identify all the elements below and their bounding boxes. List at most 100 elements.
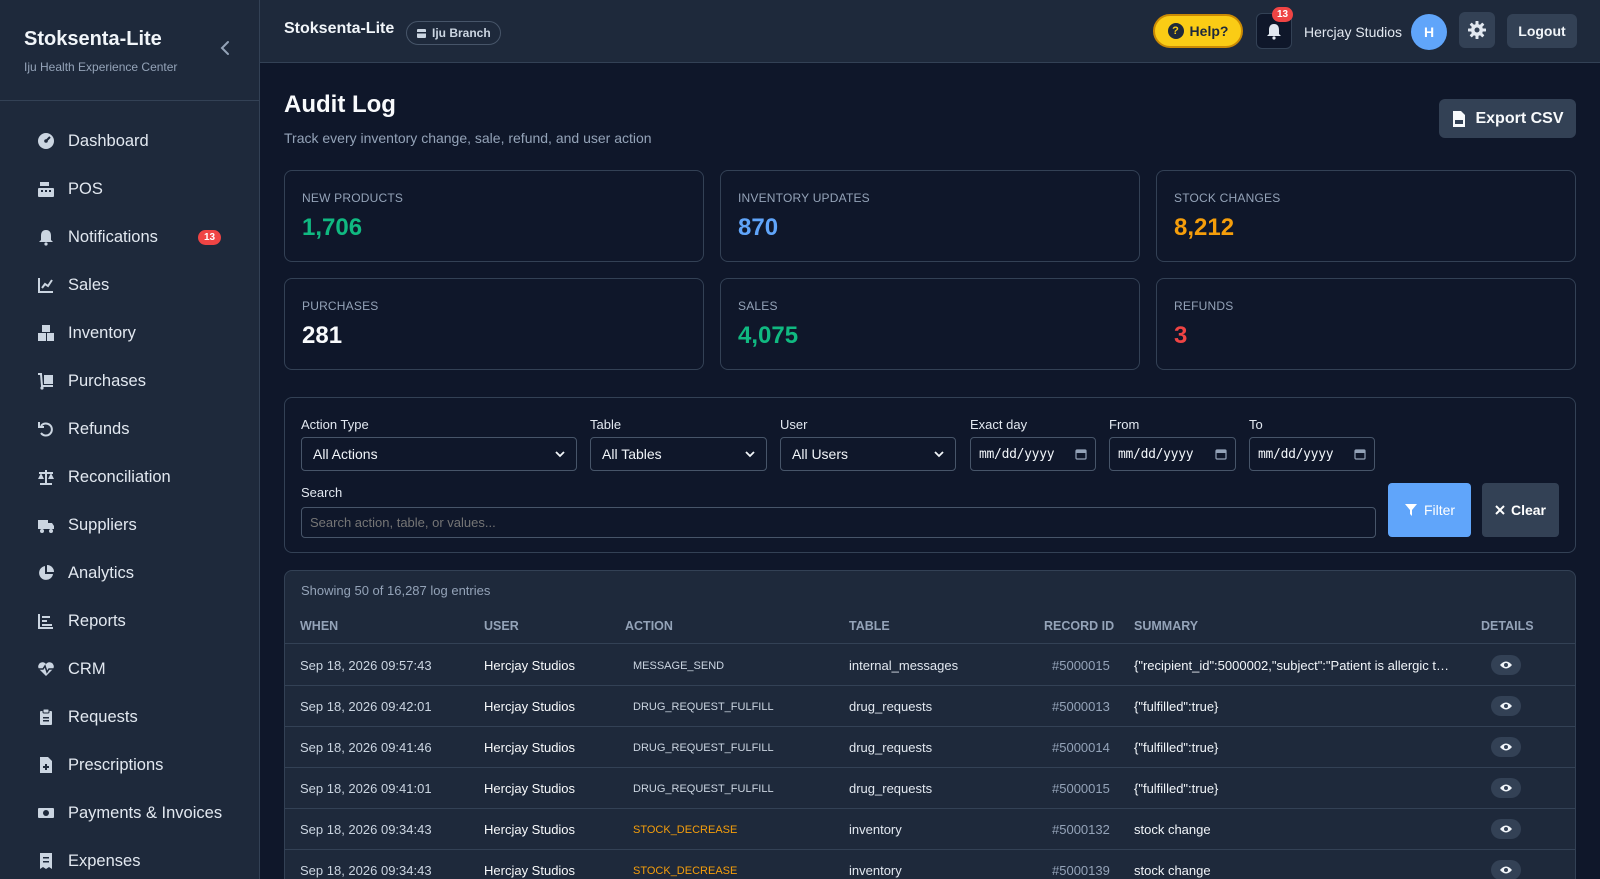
receipt-icon bbox=[36, 851, 56, 871]
view-details-button[interactable] bbox=[1491, 860, 1521, 879]
cell-summary: {"fulfilled":true} bbox=[1134, 740, 1219, 755]
clear-button[interactable]: Clear bbox=[1482, 483, 1559, 537]
sidebar-item-label: Reconciliation bbox=[68, 467, 171, 486]
sidebar-item-crm[interactable]: CRM bbox=[0, 645, 259, 693]
sidebar-item-suppliers[interactable]: Suppliers bbox=[0, 501, 259, 549]
dolly-icon bbox=[36, 371, 56, 391]
cell-action: MESSAGE_SEND bbox=[633, 660, 725, 672]
cell-when: Sep 18, 2026 09:57:43 bbox=[300, 658, 432, 673]
table-row[interactable]: Sep 18, 2026 09:42:01 Hercjay Studios DR… bbox=[285, 686, 1575, 727]
calendar-icon bbox=[1215, 449, 1227, 460]
sidebar-item-label: Sales bbox=[68, 275, 110, 294]
truck-icon bbox=[36, 515, 56, 535]
cell-record-id: #5000132 bbox=[1052, 822, 1110, 837]
chevron-down-icon bbox=[555, 451, 565, 458]
cell-when: Sep 18, 2026 09:41:46 bbox=[300, 740, 432, 755]
gear-icon bbox=[1468, 21, 1486, 39]
stat-card-sales: Sales 4,075 bbox=[720, 278, 1140, 370]
sidebar-item-payments-invoices[interactable]: Payments & Invoices bbox=[0, 789, 259, 837]
sidebar-brand: Stoksenta-Lite Iju Health Experience Cen… bbox=[0, 0, 259, 101]
brand-title: Stoksenta-Lite bbox=[24, 28, 162, 50]
help-button[interactable]: ? Help? bbox=[1153, 14, 1243, 48]
cell-table: inventory bbox=[849, 863, 902, 878]
user-select[interactable]: All Users bbox=[780, 437, 956, 471]
table-row[interactable]: Sep 18, 2026 09:34:43 Hercjay Studios ST… bbox=[285, 809, 1575, 850]
stat-value: 8,212 bbox=[1174, 214, 1235, 241]
cell-table: drug_requests bbox=[849, 781, 933, 796]
logout-button[interactable]: Logout bbox=[1507, 14, 1577, 48]
notification-count-badge: 13 bbox=[1272, 7, 1294, 22]
table-select[interactable]: All Tables bbox=[590, 437, 767, 471]
column-header-when: When bbox=[300, 619, 339, 633]
sidebar-item-inventory[interactable]: Inventory bbox=[0, 309, 259, 357]
column-header-details: Details bbox=[1481, 619, 1534, 633]
cell-action: DRUG_REQUEST_FULFILL bbox=[633, 742, 774, 754]
stat-card-new-products: New Products 1,706 bbox=[284, 170, 704, 262]
sidebar-item-pos[interactable]: POS bbox=[0, 165, 259, 213]
filter-label: Filter bbox=[1423, 502, 1456, 518]
table-row[interactable]: Sep 18, 2026 09:41:01 Hercjay Studios DR… bbox=[285, 768, 1575, 809]
cash-register-icon bbox=[36, 179, 56, 199]
to-date-input[interactable]: mm/dd/yyyy bbox=[1249, 437, 1375, 471]
table-value: All Tables bbox=[602, 446, 662, 462]
chevron-down-icon bbox=[934, 451, 944, 458]
view-details-button[interactable] bbox=[1491, 819, 1521, 839]
stat-label: Inventory Updates bbox=[738, 191, 870, 205]
sidebar-item-dashboard[interactable]: Dashboard bbox=[0, 117, 259, 165]
collapse-sidebar-button[interactable] bbox=[217, 38, 233, 58]
cell-when: Sep 18, 2026 09:34:43 bbox=[300, 863, 432, 878]
sidebar-item-label: Dashboard bbox=[68, 131, 149, 150]
chart-line-icon bbox=[36, 275, 56, 295]
sidebar-item-expenses[interactable]: Expenses bbox=[0, 837, 259, 879]
view-details-button[interactable] bbox=[1491, 655, 1521, 675]
stat-label: New Products bbox=[302, 191, 404, 205]
chevron-down-icon bbox=[745, 451, 755, 458]
table-row[interactable]: Sep 18, 2026 09:57:43 Hercjay Studios ME… bbox=[285, 645, 1575, 686]
view-details-button[interactable] bbox=[1491, 696, 1521, 716]
action-type-label: Action Type bbox=[301, 417, 369, 432]
sidebar-item-requests[interactable]: Requests bbox=[0, 693, 259, 741]
sidebar-item-label: POS bbox=[68, 179, 103, 198]
sidebar-item-analytics[interactable]: Analytics bbox=[0, 549, 259, 597]
column-header-action: Action bbox=[625, 619, 673, 633]
sidebar-item-refunds[interactable]: Refunds bbox=[0, 405, 259, 453]
close-icon bbox=[1495, 505, 1505, 515]
question-icon: ? bbox=[1167, 23, 1184, 39]
calendar-icon bbox=[1354, 449, 1366, 460]
sidebar-item-sales[interactable]: Sales bbox=[0, 261, 259, 309]
exact-day-input[interactable]: mm/dd/yyyy bbox=[970, 437, 1096, 471]
table-row[interactable]: Sep 18, 2026 09:41:46 Hercjay Studios DR… bbox=[285, 727, 1575, 768]
cell-table: drug_requests bbox=[849, 699, 933, 714]
sidebar-item-purchases[interactable]: Purchases bbox=[0, 357, 259, 405]
store-icon bbox=[417, 28, 426, 38]
export-label: Export CSV bbox=[1475, 109, 1564, 127]
sidebar-item-label: Suppliers bbox=[68, 515, 137, 534]
cell-summary: stock change bbox=[1134, 822, 1211, 837]
view-details-button[interactable] bbox=[1491, 778, 1521, 798]
stat-label: Sales bbox=[738, 299, 778, 313]
action-type-select[interactable]: All Actions bbox=[301, 437, 577, 471]
bell-icon bbox=[1267, 24, 1281, 40]
avatar[interactable]: H bbox=[1411, 14, 1447, 50]
view-details-button[interactable] bbox=[1491, 737, 1521, 757]
page-title: Audit Log bbox=[284, 91, 396, 118]
sidebar-item-notifications[interactable]: Notifications 13 bbox=[0, 213, 259, 261]
search-input[interactable] bbox=[301, 507, 1376, 538]
sidebar-item-reconciliation[interactable]: Reconciliation bbox=[0, 453, 259, 501]
eye-icon bbox=[1500, 743, 1512, 751]
settings-button[interactable] bbox=[1459, 12, 1495, 48]
cell-when: Sep 18, 2026 09:34:43 bbox=[300, 822, 432, 837]
sidebar-item-reports[interactable]: Reports bbox=[0, 597, 259, 645]
stat-label: Purchases bbox=[302, 299, 379, 313]
filter-button[interactable]: Filter bbox=[1388, 483, 1471, 537]
table-label: Table bbox=[590, 417, 622, 432]
eye-icon bbox=[1500, 702, 1512, 710]
from-label: From bbox=[1109, 417, 1140, 432]
to-label: To bbox=[1249, 417, 1263, 432]
sidebar-item-label: Refunds bbox=[68, 419, 130, 438]
stat-value: 4,075 bbox=[738, 322, 799, 349]
table-row[interactable]: Sep 18, 2026 09:34:43 Hercjay Studios ST… bbox=[285, 850, 1575, 879]
from-date-input[interactable]: mm/dd/yyyy bbox=[1109, 437, 1236, 471]
export-csv-button[interactable]: Export CSV bbox=[1439, 99, 1576, 138]
sidebar-item-prescriptions[interactable]: Prescriptions bbox=[0, 741, 259, 789]
